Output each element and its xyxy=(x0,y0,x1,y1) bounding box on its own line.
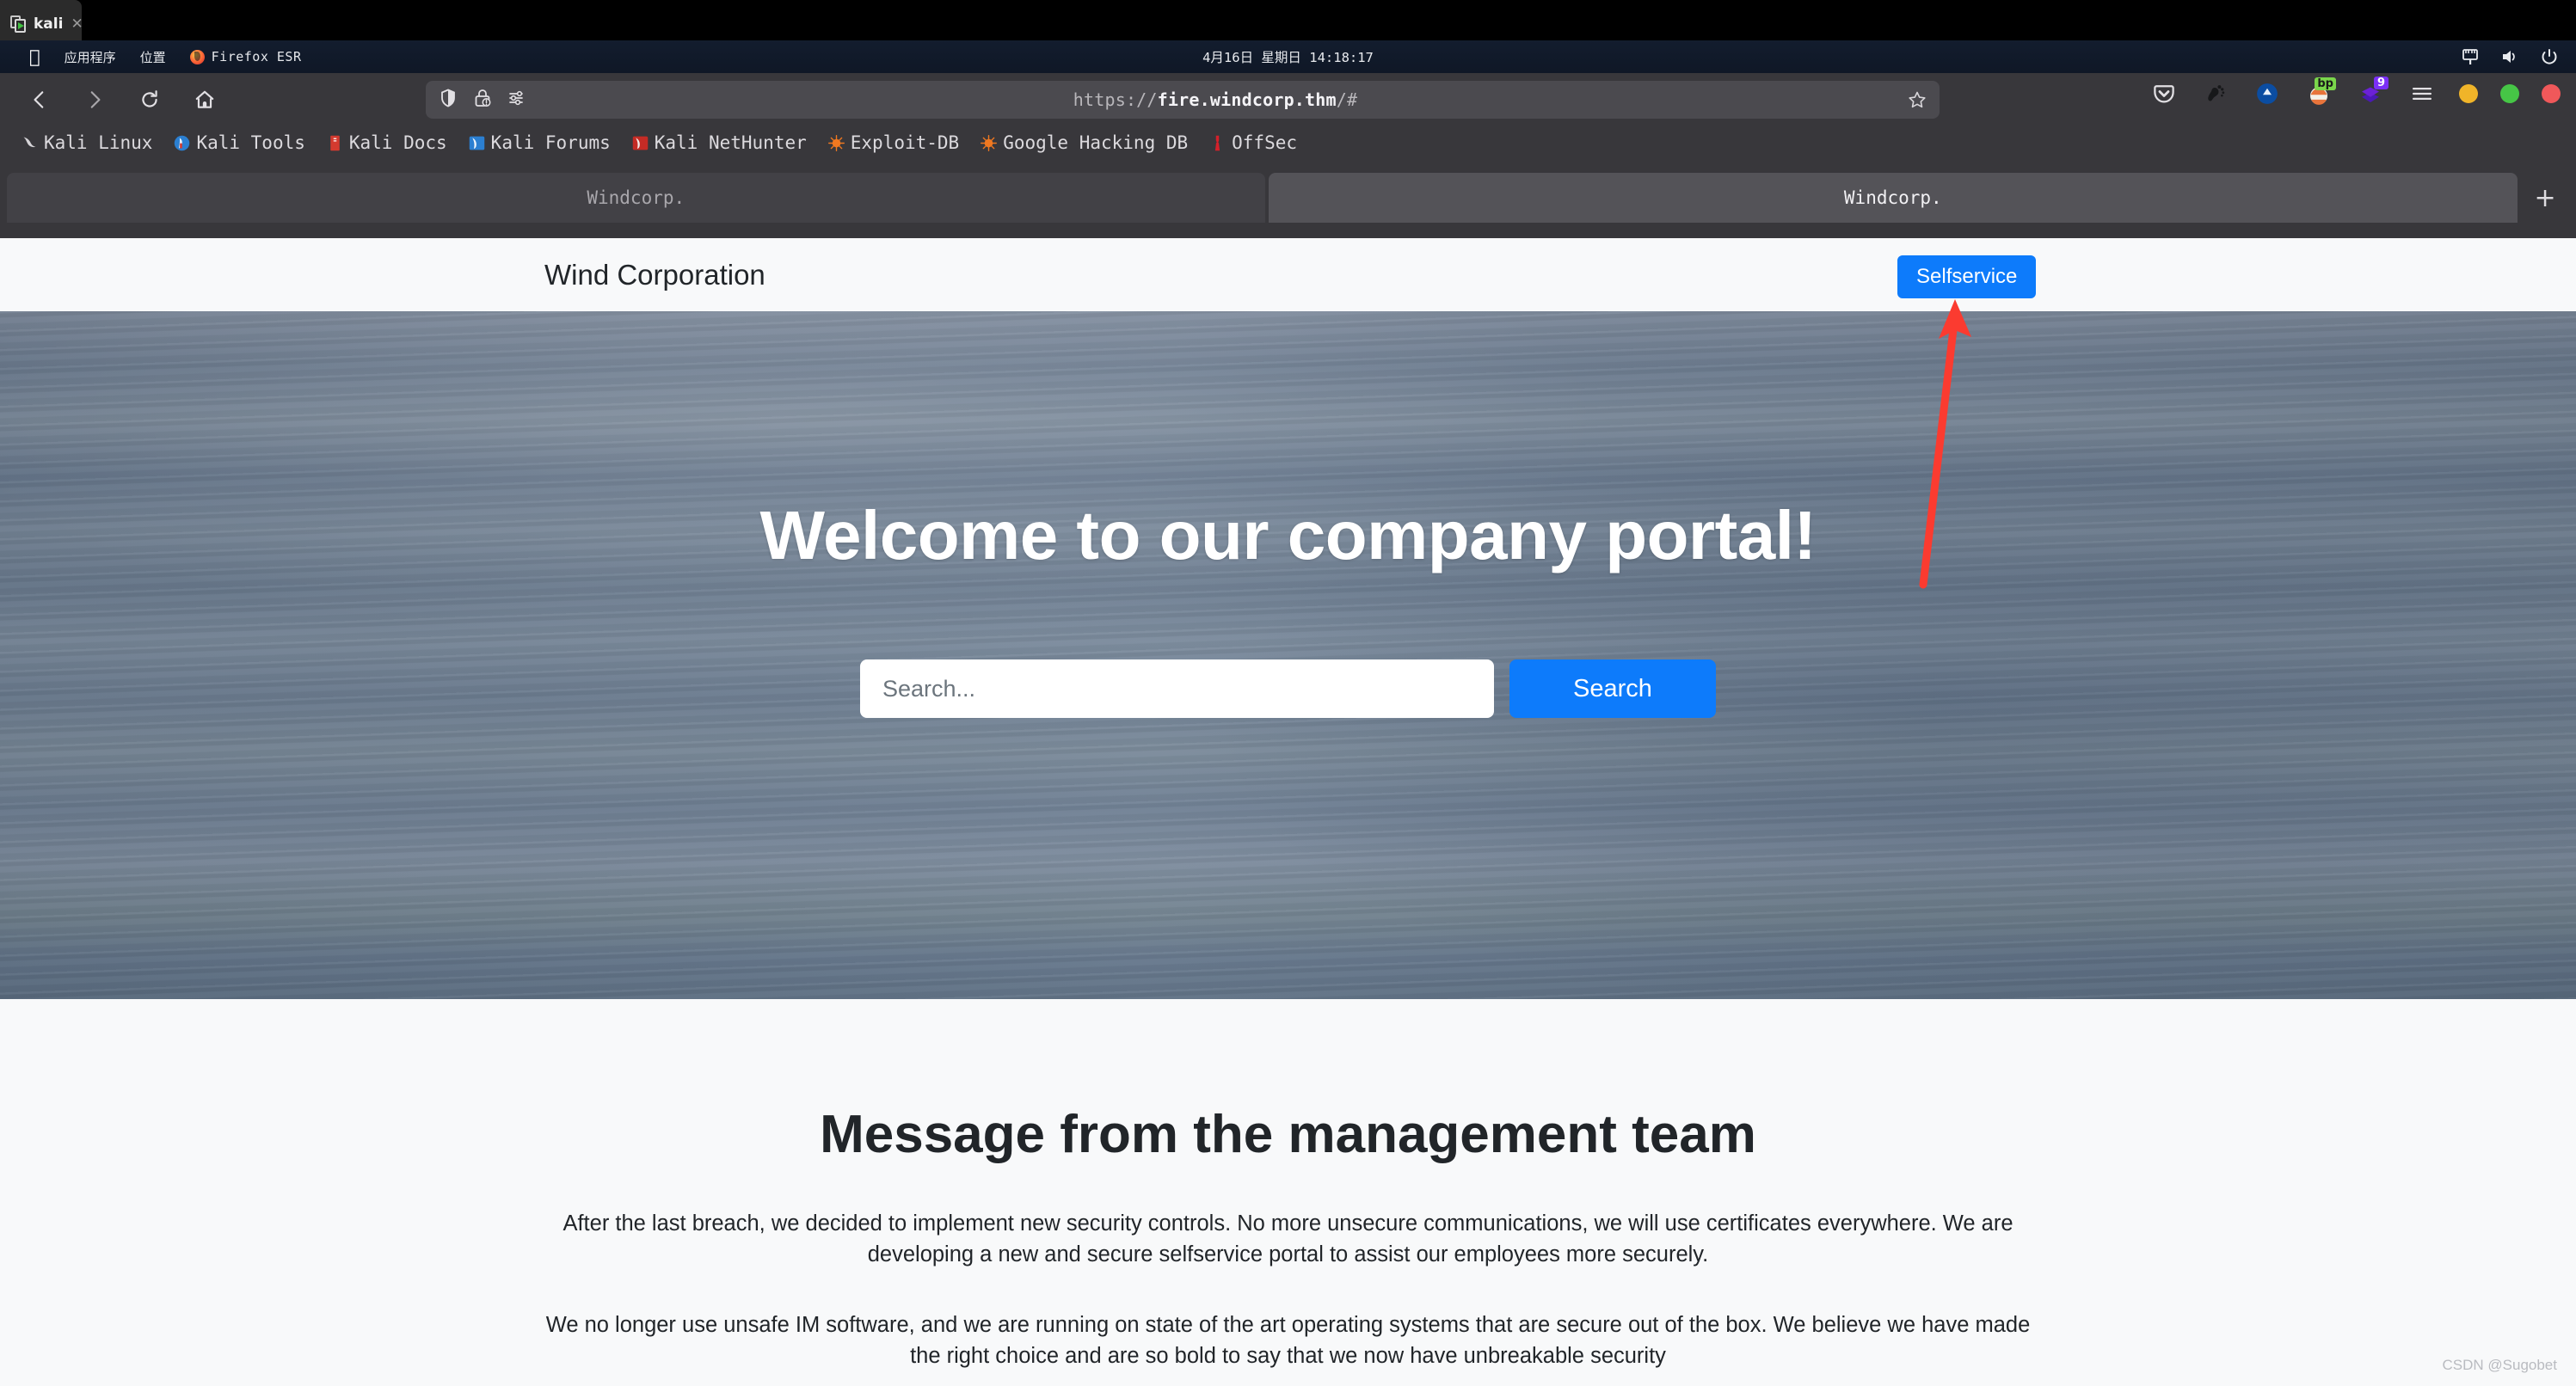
home-button[interactable] xyxy=(184,79,225,120)
bookmark-label: OffSec xyxy=(1232,132,1297,153)
permissions-icon[interactable] xyxy=(507,88,527,112)
search-button[interactable]: Search xyxy=(1509,659,1716,718)
kali-forums-icon xyxy=(468,134,486,152)
firefox-launcher[interactable]: Firefox ESR xyxy=(178,46,314,68)
site-navbar: Wind Corporation Selfservice xyxy=(0,238,2576,311)
search-input[interactable] xyxy=(860,659,1494,718)
message-paragraph-2: We no longer use unsafe IM software, and… xyxy=(545,1313,2031,1368)
close-icon[interactable]: ✕ xyxy=(71,15,83,33)
hero-section: Welcome to our company portal! Search xyxy=(0,311,2576,999)
bookmark-label: Kali Linux xyxy=(44,132,153,153)
management-message-section: Message from the management team After t… xyxy=(0,999,2576,1371)
url-suffix: /# xyxy=(1336,89,1358,110)
vm-window-icon xyxy=(10,15,28,33)
network-icon[interactable] xyxy=(2461,47,2480,66)
kali-nethunter-icon xyxy=(631,134,649,152)
url-domain: fire.windcorp.thm xyxy=(1157,89,1337,110)
bookmark-exploit-db[interactable]: Exploit-DB xyxy=(819,130,968,156)
nav-buttons xyxy=(0,79,225,120)
browser-chrome: https://fire.windcorp.thm/# bp 9 Kali Li… xyxy=(0,73,2576,238)
apple-icon:  xyxy=(29,47,40,66)
site-brand[interactable]: Wind Corporation xyxy=(544,259,765,291)
bookmarks-bar: Kali Linux Kali Tools Kali Docs Kali For… xyxy=(0,125,2576,161)
bookmark-label: Exploit-DB xyxy=(850,132,960,153)
pocket-icon[interactable] xyxy=(2149,79,2179,108)
foxyproxy-icon[interactable]: bp xyxy=(2304,77,2336,108)
applications-menu[interactable]: 应用程序 xyxy=(52,45,128,70)
exploit-db-icon xyxy=(827,134,845,152)
window-close-button[interactable] xyxy=(2542,84,2561,103)
new-tab-button[interactable]: + xyxy=(2521,174,2569,222)
offsec-icon xyxy=(1208,134,1227,152)
message-heading: Message from the management team xyxy=(820,1105,1756,1164)
bookmark-kali-tools[interactable]: Kali Tools xyxy=(164,130,313,156)
bookmark-kali-docs[interactable]: Kali Docs xyxy=(317,130,456,156)
foxyproxy-badge: bp xyxy=(2315,77,2336,90)
bookmark-label: Kali Tools xyxy=(196,132,305,153)
browser-toolbar-right: bp 9 xyxy=(2149,77,2561,108)
bookmark-label: Kali Forums xyxy=(490,132,611,153)
apple-menu-button[interactable]:  xyxy=(17,45,52,70)
browser-tab-2[interactable]: Windcorp. xyxy=(1268,173,2518,223)
forward-button[interactable] xyxy=(74,79,115,120)
lock-warning-icon[interactable] xyxy=(472,88,493,112)
tab-title: Windcorp. xyxy=(587,187,685,208)
vm-tab-label: kali xyxy=(34,15,64,33)
bookmark-label: Google Hacking DB xyxy=(1003,132,1189,153)
volume-icon[interactable] xyxy=(2500,47,2519,66)
bookmark-star-icon[interactable] xyxy=(1903,89,1927,110)
bookmark-label: Kali Docs xyxy=(348,132,447,153)
kali-tools-icon xyxy=(173,134,191,152)
bookmark-kali-nethunter[interactable]: Kali NetHunter xyxy=(623,130,815,156)
firefox-icon xyxy=(189,49,205,64)
window-minimize-button[interactable] xyxy=(2459,84,2478,103)
url-prefix: https:// xyxy=(1073,89,1158,110)
firefox-launcher-label: Firefox ESR xyxy=(200,49,301,64)
places-menu[interactable]: 位置 xyxy=(128,45,178,70)
applications-menu-label: 应用程序 xyxy=(53,49,116,65)
desktop-panel:  应用程序 位置 Firefox ESR 4月16日 星期日 14:18:17 xyxy=(0,40,2576,73)
power-icon[interactable] xyxy=(2540,47,2559,66)
bookmark-kali-linux[interactable]: Kali Linux xyxy=(12,130,161,156)
gnome-foot-icon[interactable] xyxy=(2201,79,2230,108)
reload-button[interactable] xyxy=(129,79,170,120)
google-hacking-db-icon xyxy=(980,134,998,152)
hero-content: Welcome to our company portal! Search xyxy=(0,311,2576,718)
url-bar-icons xyxy=(438,88,527,112)
tab-title: Windcorp. xyxy=(1843,187,1942,208)
url-bar[interactable]: https://fire.windcorp.thm/# xyxy=(426,81,1940,119)
shield-icon[interactable] xyxy=(438,88,458,112)
kali-docs-icon xyxy=(326,134,344,152)
extension-badge: 9 xyxy=(2374,77,2388,89)
account-circle-icon[interactable] xyxy=(2253,79,2282,108)
window-maximize-button[interactable] xyxy=(2500,84,2519,103)
bookmark-google-hacking-db[interactable]: Google Hacking DB xyxy=(971,130,1196,156)
message-paragraph-1: After the last breach, we decided to imp… xyxy=(563,1211,2013,1266)
back-button[interactable] xyxy=(19,79,60,120)
browser-tab-1[interactable]: Windcorp. xyxy=(7,173,1265,223)
tab-strip: Windcorp. Windcorp. + xyxy=(0,163,2576,232)
places-menu-label: 位置 xyxy=(129,49,166,65)
hero-search-row: Search xyxy=(0,659,2576,718)
selfservice-button[interactable]: Selfservice xyxy=(1897,255,2037,298)
panel-clock[interactable]: 4月16日 星期日 14:18:17 xyxy=(0,47,2576,66)
hero-heading: Welcome to our company portal! xyxy=(759,497,1817,573)
extension-icon[interactable]: 9 xyxy=(2356,77,2388,108)
url-text[interactable]: https://fire.windcorp.thm/# xyxy=(527,89,1903,110)
web-page: Wind Corporation Selfservice Welcome to … xyxy=(0,238,2576,1386)
bookmark-kali-forums[interactable]: Kali Forums xyxy=(459,130,619,156)
bookmark-offsec[interactable]: OffSec xyxy=(1200,130,1306,156)
kali-dragon-icon xyxy=(21,134,39,152)
bookmark-label: Kali NetHunter xyxy=(654,132,807,153)
browser-nav-bar: https://fire.windcorp.thm/# bp 9 xyxy=(0,73,2576,126)
panel-tray xyxy=(2461,47,2559,66)
watermark: CSDN @Sugobet xyxy=(2442,1357,2558,1373)
panel-left-group:  应用程序 位置 Firefox ESR xyxy=(0,45,313,70)
hamburger-menu-icon[interactable] xyxy=(2407,79,2437,108)
